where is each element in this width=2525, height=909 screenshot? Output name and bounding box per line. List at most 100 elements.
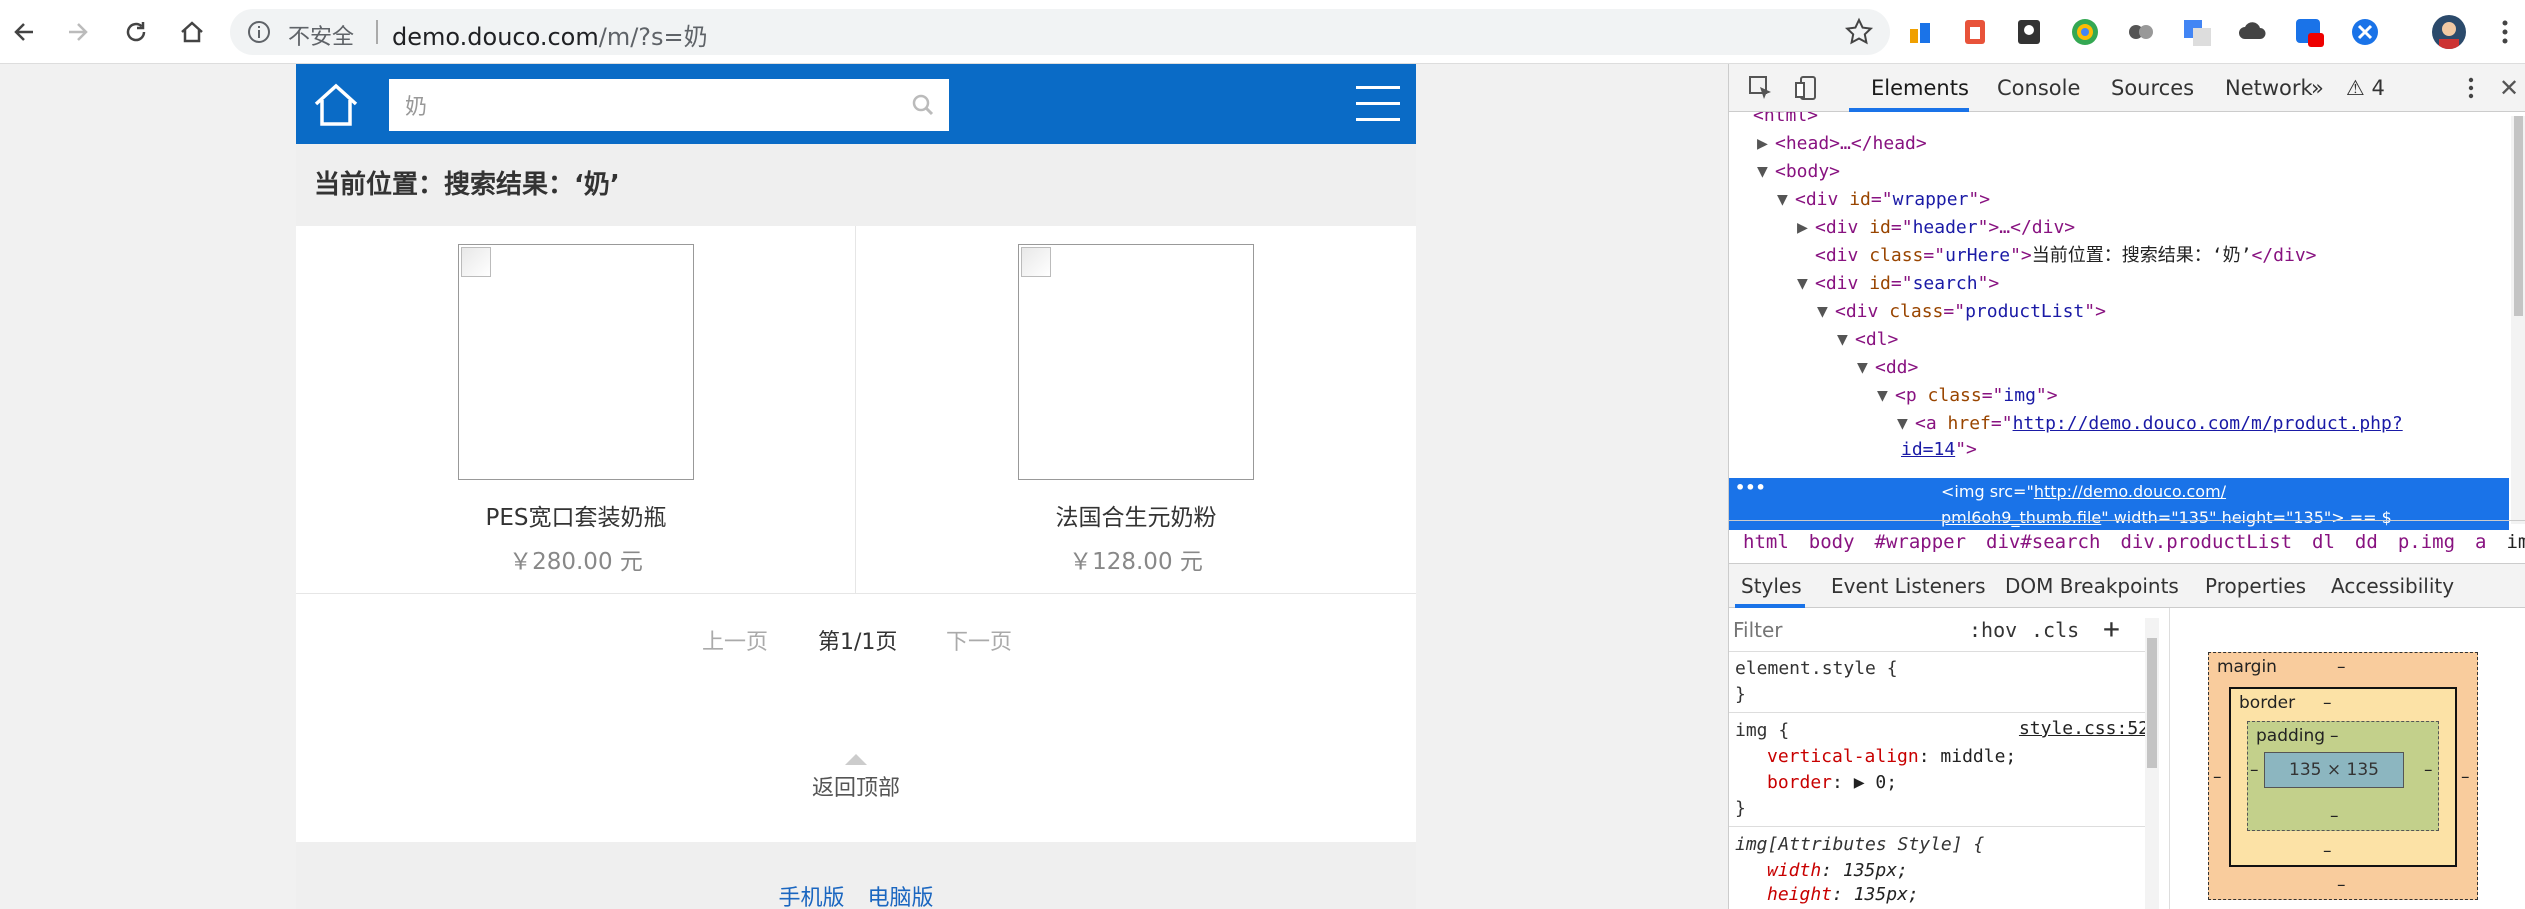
- add-rule-icon[interactable]: +: [2103, 612, 2120, 645]
- star-icon[interactable]: [1844, 17, 1874, 47]
- tab-sources[interactable]: Sources: [2111, 76, 2194, 100]
- ellipsis-icon[interactable]: •••: [1735, 478, 1766, 497]
- close-devtools-icon[interactable]: ✕: [2499, 74, 2519, 102]
- box-model-border[interactable]: border – – padding – – – – 135 × 135: [2229, 687, 2457, 867]
- tab-properties[interactable]: Properties: [2205, 574, 2306, 598]
- home-icon[interactable]: [312, 82, 360, 128]
- reload-button[interactable]: [118, 14, 154, 50]
- info-icon[interactable]: [246, 19, 272, 45]
- breadcrumb-item[interactable]: p.img: [2398, 531, 2455, 553]
- margin-label: margin: [2217, 657, 2277, 677]
- element-style-rule[interactable]: element.style {: [1735, 656, 1898, 682]
- extension-icon-5[interactable]: [2124, 15, 2158, 49]
- tab-accessibility[interactable]: Accessibility: [2331, 574, 2454, 598]
- css-property[interactable]: width: 135px;: [1767, 858, 1908, 884]
- box-model-margin[interactable]: margin – – – – border – – padding – – – …: [2208, 652, 2478, 900]
- styles-scrollbar[interactable]: [2145, 618, 2159, 909]
- address-bar[interactable]: 不安全 demo.douco.com/m/?s=奶: [230, 9, 1890, 55]
- product-list: PES宽口套装奶瓶 ￥280.00 元 法国合生元奶粉 ￥128.00 元: [296, 226, 1416, 594]
- extension-icon-3[interactable]: [2012, 15, 2046, 49]
- dom-node[interactable]: ▼ <div id="search">: [1797, 270, 1999, 298]
- back-button[interactable]: [6, 14, 42, 50]
- cls-toggle[interactable]: .cls: [2031, 618, 2079, 642]
- breadcrumb-item[interactable]: a: [2475, 531, 2486, 553]
- url-text[interactable]: demo.douco.com/m/?s=奶: [392, 17, 708, 52]
- scrollbar-thumb[interactable]: [2147, 638, 2157, 768]
- product-name[interactable]: PES宽口套装奶瓶: [296, 498, 856, 532]
- more-tabs-button[interactable]: »: [2311, 76, 2324, 100]
- extension-icon-8[interactable]: [2292, 15, 2326, 49]
- breadcrumb-item[interactable]: div#search: [1986, 531, 2100, 553]
- margin-left-value: –: [2213, 767, 2222, 787]
- menu-icon[interactable]: [1356, 84, 1400, 124]
- dom-node[interactable]: ▼ <dl>: [1837, 326, 1898, 354]
- mobile-version-link[interactable]: 手机版: [778, 886, 844, 909]
- breadcrumb-item[interactable]: dl: [2312, 531, 2335, 553]
- search-input[interactable]: [389, 79, 909, 131]
- css-property[interactable]: vertical-align: middle;: [1767, 744, 2016, 770]
- product-item[interactable]: PES宽口套装奶瓶 ￥280.00 元: [296, 226, 856, 594]
- product-thumbnail[interactable]: [1018, 244, 1254, 480]
- product-thumbnail[interactable]: [458, 244, 694, 480]
- breadcrumb-item[interactable]: html: [1743, 531, 1789, 553]
- home-button[interactable]: [174, 14, 210, 50]
- inspect-element-icon[interactable]: [1747, 74, 1775, 102]
- dom-node[interactable]: <div class="urHere">当前位置：搜索结果：‘奶’</div>: [1815, 242, 2317, 270]
- dom-scrollbar[interactable]: [2511, 116, 2525, 524]
- profile-avatar[interactable]: [2432, 15, 2466, 49]
- extension-icon-1[interactable]: [1904, 15, 1938, 49]
- tab-console[interactable]: Console: [1997, 76, 2080, 100]
- dom-tree: <html> ▶ <head>…</head> ▼ <body> ▼ <div id=…: [1729, 112, 2509, 520]
- img-rule-selector[interactable]: img {: [1735, 718, 1789, 744]
- more-menu-icon[interactable]: [2488, 15, 2522, 49]
- dom-node[interactable]: ▼ <p class="img">: [1877, 382, 2058, 410]
- dom-node[interactable]: id=14">: [1901, 436, 1977, 464]
- pc-version-link[interactable]: 电脑版: [868, 886, 934, 909]
- translate-icon[interactable]: [2180, 15, 2214, 49]
- tab-elements[interactable]: Elements: [1871, 76, 1969, 100]
- tab-event-listeners[interactable]: Event Listeners: [1831, 574, 1986, 598]
- extension-icon-4[interactable]: [2068, 15, 2102, 49]
- dom-node[interactable]: ▼ <dd>: [1857, 354, 1918, 382]
- warnings-badge[interactable]: ⚠ 4: [2346, 76, 2385, 100]
- border-label: border: [2239, 693, 2296, 713]
- styles-filter-input[interactable]: [1733, 614, 1943, 646]
- extension-icon-2[interactable]: [1958, 15, 1992, 49]
- devtools-menu-icon[interactable]: [2457, 74, 2485, 102]
- product-name[interactable]: 法国合生元奶粉: [856, 498, 1416, 532]
- breadcrumb-item-active[interactable]: img: [2506, 531, 2525, 553]
- scrollbar-thumb[interactable]: [2514, 116, 2523, 316]
- dom-node[interactable]: ▼ <div id="wrapper">: [1777, 186, 1990, 214]
- breadcrumb-item[interactable]: body: [1809, 531, 1855, 553]
- tab-dom-breakpoints[interactable]: DOM Breakpoints: [2005, 574, 2179, 598]
- dom-node[interactable]: ▼ <body>: [1757, 158, 1840, 186]
- dom-node[interactable]: ▼ <div class="productList">: [1817, 298, 2106, 326]
- tab-styles[interactable]: Styles: [1741, 574, 1802, 598]
- box-model-content[interactable]: 135 × 135: [2264, 752, 2404, 788]
- prev-page-link[interactable]: 上一页: [702, 624, 768, 656]
- selected-node-line1: <img src="http://demo.douco.com/: [1941, 482, 2227, 501]
- breadcrumb-item[interactable]: div.productList: [2120, 531, 2292, 553]
- dom-node[interactable]: <html>: [1753, 112, 1818, 130]
- style-source-link[interactable]: style.css:52: [2019, 718, 2149, 739]
- dom-node[interactable]: ▶ <head>…</head>: [1757, 130, 1927, 158]
- tab-network[interactable]: Network: [2225, 76, 2313, 100]
- back-to-top[interactable]: 返回顶部: [296, 754, 1416, 814]
- dom-node[interactable]: ▶ <div id="header">…</div>: [1797, 214, 2075, 242]
- next-page-link[interactable]: 下一页: [946, 624, 1012, 656]
- arrow-left-icon: [14, 23, 33, 41]
- attributes-style-rule[interactable]: img[Attributes Style] {: [1735, 832, 1984, 858]
- extension-icon-9[interactable]: [2348, 15, 2382, 49]
- dom-node[interactable]: ▼ <a href="http://demo.douco.com/m/produc…: [1897, 410, 2403, 438]
- box-model-padding[interactable]: padding – – – – 135 × 135: [2247, 721, 2439, 831]
- css-property[interactable]: height: 135px;: [1767, 882, 1919, 908]
- breadcrumb-item[interactable]: #wrapper: [1875, 531, 1967, 553]
- device-toolbar-icon[interactable]: [1793, 74, 1821, 102]
- cloud-icon[interactable]: [2236, 15, 2270, 49]
- product-item[interactable]: 法国合生元奶粉 ￥128.00 元: [856, 226, 1416, 594]
- forward-button[interactable]: [60, 14, 96, 50]
- search-icon[interactable]: [911, 93, 935, 117]
- hov-toggle[interactable]: :hov: [1969, 618, 2017, 642]
- css-property[interactable]: border: ▶ 0;: [1767, 770, 1897, 796]
- breadcrumb-item[interactable]: dd: [2355, 531, 2378, 553]
